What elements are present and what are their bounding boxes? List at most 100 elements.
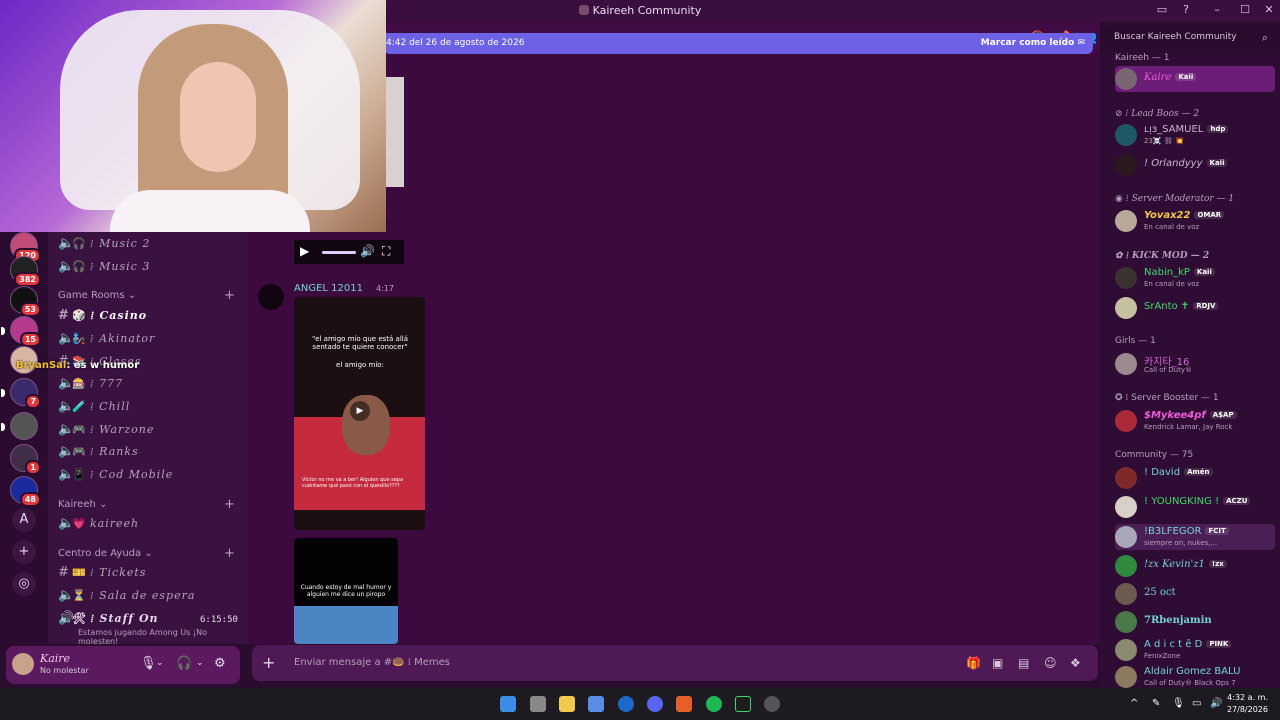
help-icon[interactable]: ? (1179, 3, 1193, 16)
sticker-icon[interactable]: ▤ (1018, 656, 1029, 670)
network-icon[interactable]: ▭ (1192, 698, 1201, 709)
search-input[interactable]: Buscar Kaireeh Community (1114, 32, 1237, 42)
channel-label: Ranks (99, 445, 139, 458)
member-item[interactable]: $Mykee4pf A$AP Kendrick Lamar, Jay Rock (1115, 408, 1275, 434)
category-kaireeh[interactable]: Kaireeh ⌄ (58, 499, 107, 510)
member-item[interactable]: ! YOUNGKING ! ACZU (1115, 494, 1275, 520)
new-messages-banner[interactable]: 4:42 del 26 de agosto de 2026 Marcar com… (384, 33, 1093, 54)
member-activity: En canal de voz (1144, 280, 1200, 288)
message-author[interactable]: ANGEL 12011 (294, 283, 363, 294)
server-icon-3[interactable]: 53 (10, 286, 41, 317)
voice-channel-music-2[interactable]: 🔈🎧 ⁞ Music 2 (58, 236, 150, 256)
channel-warzone[interactable]: 🔈🎮 ⁞ Warzone (58, 422, 154, 442)
member-item[interactable]: !B3LFEGOR FCIT siempre on, nukes,... (1115, 524, 1275, 550)
chevron-up-icon[interactable]: ^ (1130, 698, 1138, 709)
inbox-icon[interactable]: ▭ (1155, 3, 1169, 16)
clock[interactable]: 4:32 a. m. 27/8/2026 (1227, 692, 1268, 716)
chevron-down-icon[interactable]: ⌄ (156, 658, 164, 668)
category-game-rooms[interactable]: Game Rooms ⌄ (58, 290, 136, 301)
apps-icon[interactable]: ❖ (1070, 656, 1081, 670)
channel-sala-de-espera[interactable]: 🔈⏳ ⁞ Sala de espera (58, 588, 195, 608)
microphone-icon[interactable]: 🎙 (1172, 698, 1185, 709)
volume-icon[interactable]: 🔊 (360, 244, 375, 258)
member-item[interactable]: !zx Kevin'z1 !zx (1115, 553, 1275, 579)
member-item[interactable]: A d i c t ē D PINK FenixZone (1115, 637, 1275, 663)
play-icon[interactable]: ▶ (300, 244, 309, 258)
maximize-button[interactable]: ☐ (1238, 3, 1252, 16)
group-title: Server Booster — 1 (1131, 393, 1219, 403)
mark-read-button[interactable]: Marcar como leído ✉ (981, 38, 1085, 48)
gif-icon[interactable]: ▣ (992, 656, 1003, 670)
gift-icon[interactable]: 🎁 (966, 656, 981, 670)
discover-icon[interactable]: ◎ (12, 572, 36, 596)
member-item[interactable]: Kaire Kaii (1115, 66, 1275, 92)
channel-casino[interactable]: # 🎲 ⁞ Casino (58, 308, 147, 328)
video-attachment-2[interactable]: Cuando estoy de mal humor y alguien me d… (294, 538, 398, 644)
member-item[interactable]: 25 oct (1115, 581, 1275, 607)
message-input[interactable]: Enviar mensaje a #🍩 ⁞ Memes (294, 657, 450, 668)
file-explorer-icon[interactable] (559, 696, 575, 712)
member-item[interactable]: 카지타_16 Call of Duty® (1115, 351, 1275, 377)
avatar[interactable] (12, 653, 34, 675)
fullscreen-icon[interactable]: ⛶ (382, 244, 390, 259)
server-icon-9[interactable]: 48 (10, 476, 41, 507)
pen-icon[interactable]: ✎ (1152, 698, 1160, 709)
channel-akinator[interactable]: 🔈🧞 ⁞ Akinator (58, 331, 155, 351)
volume-icon[interactable]: 🔊 (1210, 698, 1222, 709)
member-item[interactable]: Nabin_kP Kaii En canal de voz (1115, 265, 1275, 291)
voice-channel-music-3[interactable]: 🔈🎧 ⁞ Music 3 (58, 259, 150, 279)
discord-icon[interactable] (647, 696, 663, 712)
channel-ranks[interactable]: 🔈🎮 ⁞ Ranks (58, 444, 139, 464)
channel-777[interactable]: 🔈🎰 ⁞ 777 (58, 376, 123, 396)
server-icon-6[interactable]: 7 (1, 378, 41, 409)
chevron-down-icon[interactable]: ⌄ (196, 658, 204, 668)
member-item[interactable]: SrAnto ✝ RDJV (1115, 295, 1275, 321)
task-view-icon[interactable] (530, 696, 546, 712)
member-item[interactable]: ! Orlandyyy Kaii (1115, 152, 1275, 178)
add-channel-icon[interactable]: + (224, 288, 235, 303)
avatar[interactable] (258, 284, 284, 310)
member-item[interactable]: ʟᴉɜ_SAMUEL hdp 23☠️ ⛓ 💥 (1115, 122, 1275, 148)
channel-cod-mobile[interactable]: 🔈📱 ⁞ Cod Mobile (58, 467, 173, 487)
hash-icon: # (58, 565, 70, 580)
kick-icon[interactable] (735, 696, 751, 712)
add-channel-icon[interactable]: + (224, 497, 235, 512)
store-icon[interactable] (588, 696, 604, 712)
headphones-icon[interactable]: 🎧 (176, 656, 192, 671)
server-icon-2[interactable]: 382 (10, 256, 41, 287)
member-item[interactable]: Aldair Gomez BALU Call of Duty® Black Ops… (1115, 664, 1275, 690)
volume-slider[interactable] (322, 251, 356, 254)
microphone-icon[interactable]: 🎙 (140, 656, 157, 671)
member-item[interactable]: Yovax22 OMAR En canal de voz (1115, 208, 1275, 234)
server-letter-a[interactable]: A (12, 508, 36, 532)
start-icon[interactable] (500, 696, 516, 712)
add-channel-icon[interactable]: + (224, 546, 235, 561)
server-icon-4[interactable]: 15 (1, 316, 41, 347)
video-attachment-1[interactable]: "el amigo mío que está allá sentado te q… (294, 297, 425, 530)
minimize-button[interactable]: – (1210, 3, 1224, 16)
brave-icon[interactable] (676, 696, 692, 712)
member-item[interactable]: 7Rbenjamin (1115, 609, 1275, 635)
speaker-icon: 🔈 (58, 588, 76, 603)
category-help[interactable]: Centro de Ayuda ⌄ (58, 548, 153, 559)
channel-tickets[interactable]: # 🎫 ⁞ Tickets (58, 565, 146, 585)
gear-icon[interactable]: ⚙ (214, 656, 226, 671)
edge-icon[interactable] (618, 696, 634, 712)
emoji-icon[interactable]: ☺ (1044, 656, 1057, 670)
server-icon-7[interactable] (1, 412, 38, 440)
play-icon[interactable]: ▶ (350, 401, 370, 421)
channel-kaireeh[interactable]: 🔈💗 kaireeh (58, 516, 139, 536)
search-bar[interactable]: Buscar Kaireeh Community ⌕ (1108, 28, 1274, 48)
member-item[interactable]: ! David Amén (1115, 465, 1275, 491)
close-button[interactable]: ✕ (1262, 3, 1276, 16)
obs-icon[interactable] (764, 696, 780, 712)
server-icon-8[interactable]: 1 (10, 444, 41, 475)
channel-chill[interactable]: 🔈🧪 ⁞ Chill (58, 399, 130, 419)
add-attachment-icon[interactable]: + (262, 653, 275, 672)
add-server-icon[interactable]: + (12, 540, 36, 564)
member-tag: ACZU (1223, 497, 1251, 505)
member-tag: !zx (1208, 560, 1227, 568)
spotify-icon[interactable] (706, 696, 722, 712)
speaker-icon: 🔈 (58, 422, 76, 437)
previous-video-clip[interactable] (384, 77, 404, 187)
